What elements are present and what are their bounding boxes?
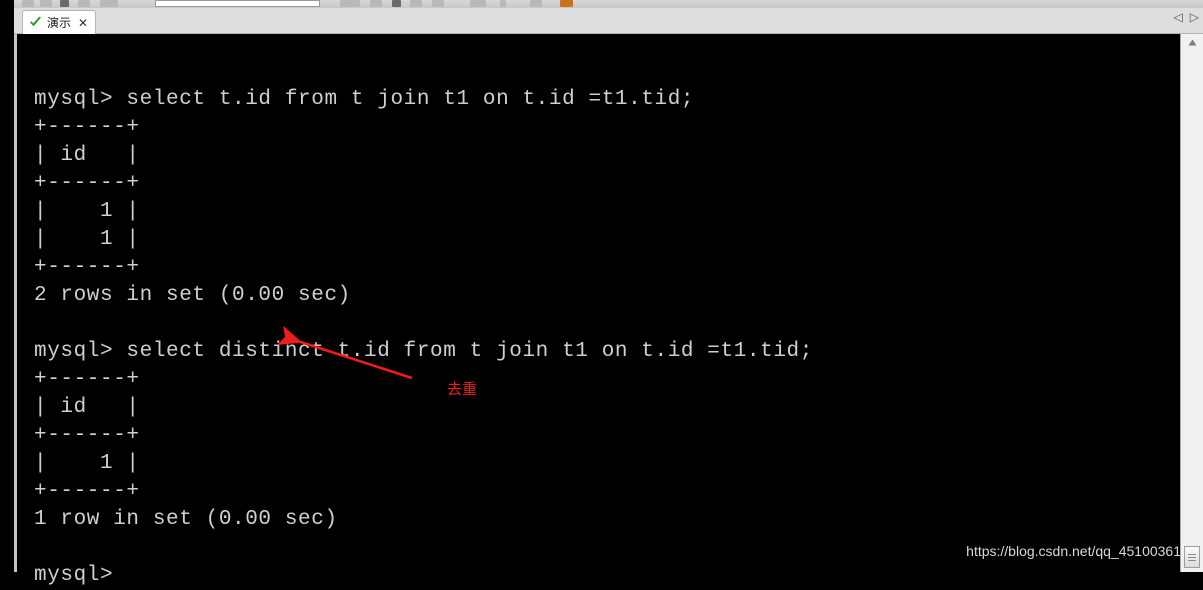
terminal-line: | 1 | [34, 200, 140, 223]
toolbar-icon-6[interactable] [340, 0, 360, 7]
terminal-line: +------+ [34, 424, 140, 447]
terminal-line: mysql> select t.id from t join t1 on t.i… [34, 88, 695, 111]
terminal-output: mysql> select t.id from t join t1 on t.i… [34, 86, 1184, 590]
tab-scroll-left-icon[interactable]: ◁ [1174, 11, 1183, 23]
terminal-line: mysql> [34, 564, 114, 587]
tab-bar: 演示 ✕ ◁ ▷ [14, 8, 1203, 34]
tab-nav-controls: ◁ ▷ [1174, 11, 1199, 23]
terminal-line: +------+ [34, 368, 140, 391]
toolbar-icon-1[interactable] [22, 0, 34, 7]
close-icon[interactable]: ✕ [76, 17, 88, 29]
scrollbar-thumb[interactable] [1184, 546, 1200, 568]
terminal-line: +------+ [34, 256, 140, 279]
terminal-line: | 1 | [34, 228, 140, 251]
toolbar-icon-13[interactable] [530, 0, 542, 7]
toolbar-icon-2[interactable] [40, 0, 52, 7]
scroll-up-icon[interactable] [1181, 34, 1203, 50]
terminal-line: 1 row in set (0.00 sec) [34, 508, 338, 531]
terminal-line: +------+ [34, 480, 140, 503]
toolbar-icon-4[interactable] [78, 0, 90, 7]
toolbar-icon-12[interactable] [500, 0, 506, 7]
app-window: 演示 ✕ ◁ ▷ mysql> select t.id from t join … [0, 0, 1203, 587]
tab-demo[interactable]: 演示 ✕ [22, 10, 97, 34]
terminal-line: mysql> select distinct t.id from t join … [34, 340, 813, 363]
toolbar-icon-8[interactable] [392, 0, 401, 7]
terminal-line: +------+ [34, 172, 140, 195]
tab-label: 演示 [47, 15, 72, 30]
toolbar-icon-14[interactable] [560, 0, 573, 7]
terminal-line: 2 rows in set (0.00 sec) [34, 284, 351, 307]
watermark-text: https://blog.csdn.net/qq_45100361 [966, 543, 1181, 559]
toolbar-icon-3[interactable] [60, 0, 69, 7]
terminal-panel[interactable]: mysql> select t.id from t join t1 on t.i… [14, 34, 1180, 587]
toolbar-left-gap [0, 0, 14, 8]
toolbar-icon-10[interactable] [432, 0, 444, 7]
terminal-line: | id | [34, 396, 140, 419]
toolbar-text-field[interactable] [155, 0, 320, 7]
toolbar-icon-11[interactable] [470, 0, 486, 7]
terminal-line: | 1 | [34, 452, 140, 475]
toolbar-icon-9[interactable] [410, 0, 422, 7]
check-icon [29, 16, 42, 29]
vertical-scrollbar[interactable] [1180, 34, 1203, 572]
toolbar-icon-5[interactable] [100, 0, 118, 7]
tab-scroll-right-icon[interactable]: ▷ [1190, 11, 1199, 23]
toolbar-icon-7[interactable] [370, 0, 382, 7]
terminal-line: | id | [34, 144, 140, 167]
cropped-toolbar-strip [0, 0, 1203, 8]
terminal-line: +------+ [34, 116, 140, 139]
